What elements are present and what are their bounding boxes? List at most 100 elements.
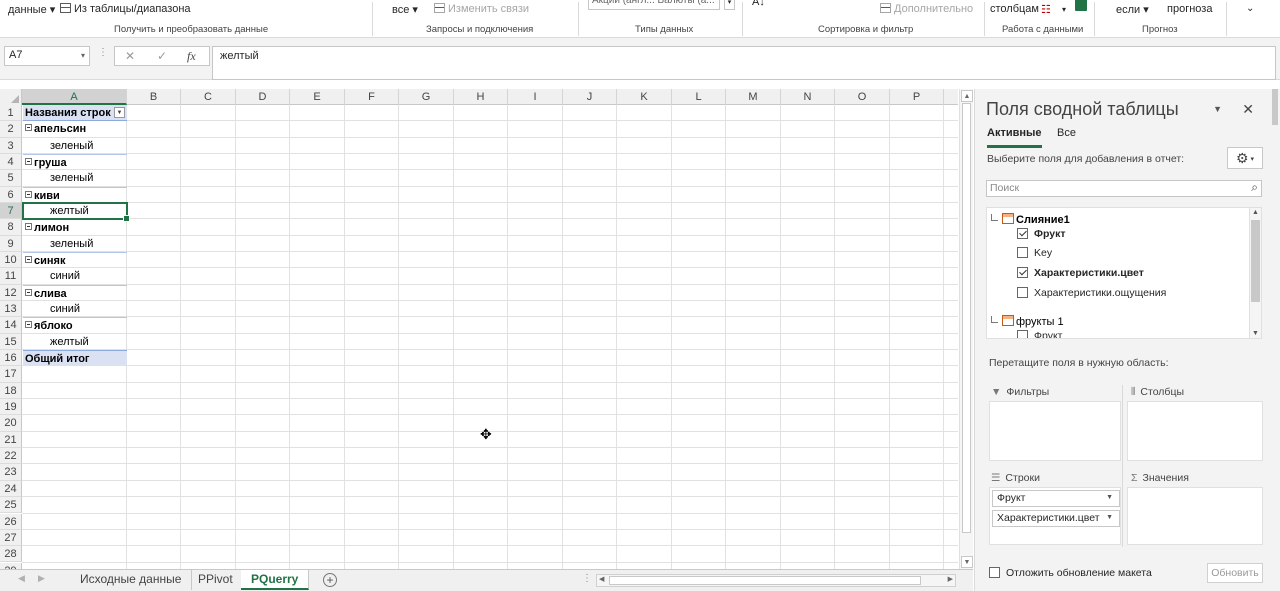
rows-field-pill[interactable]: Характеристики.цвет ▼ (992, 510, 1120, 527)
filter-dropdown-icon[interactable]: ▼ (114, 107, 125, 118)
row-header-5[interactable]: 5 (0, 170, 22, 187)
rows-drop-area[interactable]: Фрукт ▼ Характеристики.цвет ▼ (989, 487, 1121, 545)
checkbox[interactable] (1017, 287, 1028, 298)
checkbox[interactable] (1017, 228, 1028, 239)
select-all-button[interactable] (0, 89, 22, 105)
column-header-g[interactable]: G (399, 89, 454, 105)
prev-sheet-icon[interactable]: ◀ (18, 573, 25, 584)
collapse-icon[interactable] (25, 190, 32, 198)
column-header-f[interactable]: F (345, 89, 399, 105)
formula-input[interactable]: желтый (212, 46, 1276, 80)
row-header-4[interactable]: 4 (0, 154, 22, 171)
pane-scrollbar[interactable] (1270, 89, 1280, 591)
tools-button[interactable]: ⚙ ▾ (1227, 147, 1263, 169)
column-header-l[interactable]: L (672, 89, 726, 105)
table-node-fruits1[interactable]: фрукты 1 (991, 315, 1064, 328)
column-header-n[interactable]: N (781, 89, 835, 105)
advanced-filter-button[interactable]: Дополнительно (880, 3, 973, 15)
checkbox[interactable] (1017, 267, 1028, 278)
pivot-row-item[interactable]: слива (23, 284, 127, 301)
defer-update-checkbox[interactable]: Отложить обновление макета (989, 567, 1152, 579)
collapse-ribbon-chevron-icon[interactable]: ⌄ (1246, 3, 1254, 14)
cancel-icon[interactable]: ✕ (125, 49, 135, 63)
row-header-28[interactable]: 28 (0, 546, 22, 563)
gallery-dropdown[interactable]: ▾ (724, 0, 735, 10)
column-header-j[interactable]: J (563, 89, 617, 105)
name-box[interactable]: A7 ▾ (4, 46, 90, 66)
pivot-row-subitem[interactable]: зеленый (23, 170, 127, 186)
pivot-row-subitem[interactable]: синий (23, 268, 127, 284)
values-drop-area[interactable] (1127, 487, 1263, 545)
field-search-input[interactable]: Поиск ⌕ (986, 180, 1262, 197)
scroll-thumb[interactable] (609, 576, 921, 585)
field-item[interactable]: Характеристики.ощущения (1017, 287, 1166, 299)
tab-all[interactable]: Все (1057, 127, 1076, 139)
vertical-scrollbar[interactable]: ▲ ▼ (959, 89, 973, 569)
add-sheet-button[interactable]: + (323, 573, 337, 587)
row-header-19[interactable]: 19 (0, 399, 22, 416)
column-header-e[interactable]: E (290, 89, 345, 105)
row-header-12[interactable]: 12 (0, 284, 22, 302)
column-header-c[interactable]: C (181, 89, 236, 105)
row-header-23[interactable]: 23 (0, 464, 22, 481)
pivot-header-cell[interactable]: Названия строк ▼ (23, 105, 127, 122)
scroll-right-icon[interactable]: ▶ (948, 575, 953, 583)
get-data-button[interactable]: данные ▾ (8, 3, 55, 16)
horizontal-scrollbar[interactable]: ◀ ▶ (596, 574, 956, 587)
column-header-k[interactable]: K (617, 89, 672, 105)
column-header-h[interactable]: H (454, 89, 508, 105)
row-header-6[interactable]: 6 (0, 186, 22, 203)
chevron-down-icon[interactable]: ▼ (1106, 514, 1113, 521)
pivot-row-subitem[interactable]: зеленый (23, 138, 127, 154)
collapse-icon[interactable] (25, 256, 32, 264)
data-tools-dropdown[interactable]: ▾ (1062, 5, 1066, 14)
sort-az-icon[interactable]: A↓ (752, 0, 765, 8)
collapse-icon[interactable] (25, 158, 32, 166)
scroll-down-icon[interactable]: ▼ (1250, 330, 1261, 337)
pivot-row-subitem[interactable]: желтый (23, 334, 127, 350)
pivot-row-item[interactable]: апельсин (23, 121, 127, 137)
row-header-16[interactable]: 16 (0, 350, 22, 367)
column-header-p[interactable]: P (890, 89, 944, 105)
what-if-button[interactable]: если ▾ (1116, 3, 1149, 16)
pivot-row-item[interactable]: груша (23, 154, 127, 170)
tab-active[interactable]: Активные (987, 127, 1042, 148)
scroll-up-icon[interactable]: ▲ (961, 90, 973, 102)
scroll-up-icon[interactable]: ▲ (1250, 209, 1261, 216)
sheet-tab[interactable]: PQuerry (241, 570, 310, 590)
table-node-merge1[interactable]: Слияние1 (991, 213, 1070, 226)
row-header-7[interactable]: 7 (0, 203, 22, 220)
remove-duplicates-icon[interactable]: ☷ (1041, 3, 1051, 16)
chevron-down-icon[interactable]: ▾ (81, 51, 85, 60)
enter-icon[interactable]: ✓ (157, 49, 167, 63)
row-header-20[interactable]: 20 (0, 415, 22, 432)
worksheet-grid[interactable]: ABCDEFGHIJKLMNOP 1 2 3 4 5 6 7 8 9 10 11 12 13 14 15 16… (0, 89, 958, 569)
column-header-i[interactable]: I (508, 89, 563, 105)
scroll-thumb[interactable] (1272, 89, 1278, 125)
column-header-o[interactable]: O (835, 89, 890, 105)
text-to-columns-button[interactable]: столбцам (990, 3, 1039, 15)
checkbox[interactable] (1017, 330, 1028, 338)
row-header-11[interactable]: 11 (0, 268, 22, 285)
field-list-scrollbar[interactable]: ▲ ▼ (1249, 208, 1261, 338)
data-model-icon[interactable] (1075, 0, 1087, 11)
rows-field-pill[interactable]: Фрукт ▼ (992, 490, 1120, 507)
scroll-left-icon[interactable]: ◀ (599, 575, 604, 583)
column-header-m[interactable]: M (726, 89, 781, 105)
drag-handle-icon[interactable]: ⋮ (98, 47, 109, 58)
row-header-22[interactable]: 22 (0, 448, 22, 465)
close-icon[interactable]: ✕ (1242, 101, 1254, 118)
collapse-icon[interactable] (25, 321, 32, 329)
row-header-18[interactable]: 18 (0, 382, 22, 400)
from-table-button[interactable]: Из таблицы/диапазона (60, 3, 191, 15)
pivot-row-subitem[interactable]: синий (23, 301, 127, 317)
collapse-icon[interactable] (25, 288, 32, 296)
update-button[interactable]: Обновить (1207, 563, 1263, 583)
row-header-1[interactable]: 1 (0, 105, 22, 122)
checkbox[interactable] (1017, 247, 1028, 258)
column-header-a[interactable]: A (22, 89, 127, 105)
column-header-d[interactable]: D (236, 89, 290, 105)
row-header-21[interactable]: 21 (0, 431, 22, 449)
row-header-14[interactable]: 14 (0, 317, 22, 334)
pivot-row-subitem[interactable]: желтый (23, 203, 127, 219)
